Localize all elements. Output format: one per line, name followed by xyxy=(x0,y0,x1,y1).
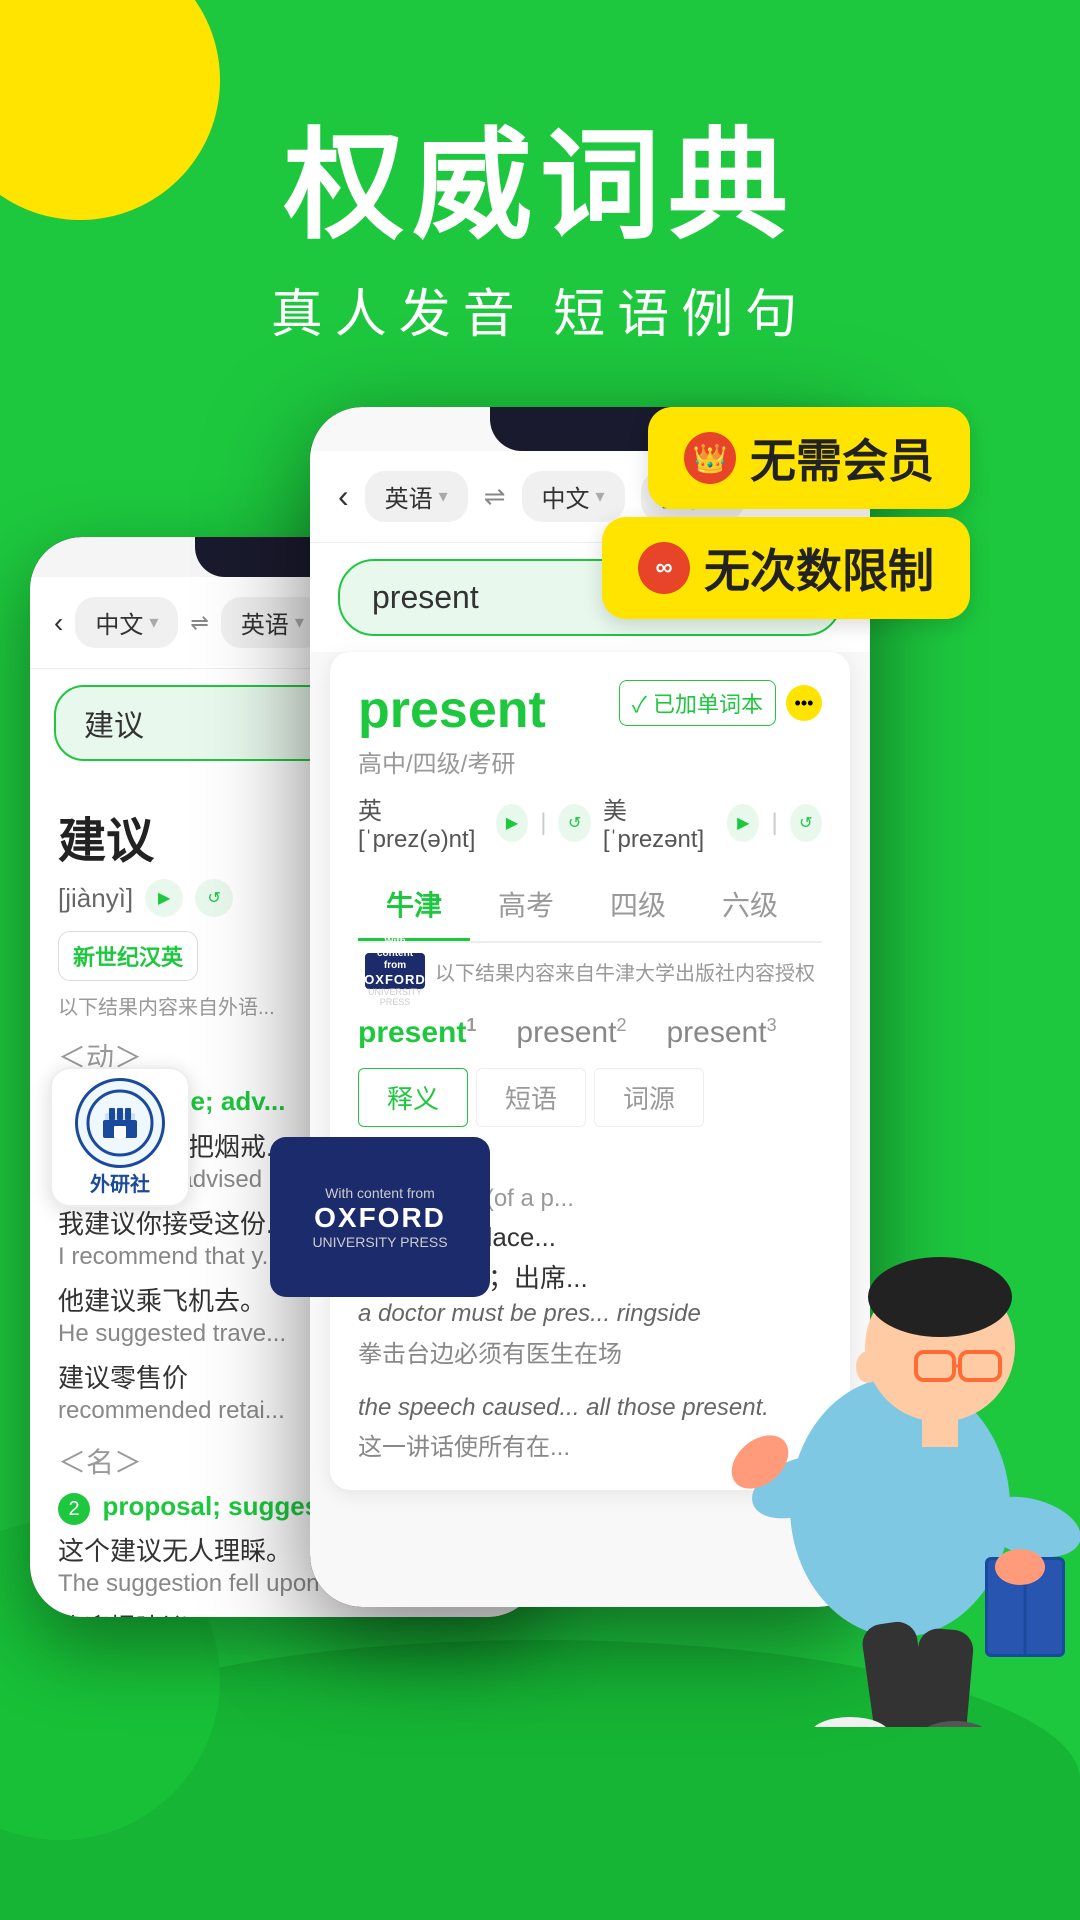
more-options-btn[interactable]: ••• xyxy=(786,685,822,721)
bookmarked-label[interactable]: ✓ 已加单词本 xyxy=(619,680,776,726)
repeat-btn-cn[interactable]: ↺ xyxy=(195,879,233,917)
phonetic-us: 美 [ˈprezənt] xyxy=(603,791,715,854)
word-en: present xyxy=(358,680,546,740)
sub-tab-def[interactable]: 释义 xyxy=(358,1068,468,1127)
oxford-logo-text-press: UNIVERSITY PRESS xyxy=(365,987,425,1007)
character-illustration xyxy=(720,1167,1080,1727)
infinity-icon: ∞ xyxy=(638,542,690,594)
play-btn-uk[interactable]: ▶ xyxy=(496,804,528,842)
tab-oxford[interactable]: 牛津 xyxy=(358,870,470,941)
word-level: 高中/四级/考研 xyxy=(358,744,546,779)
back-button-left[interactable]: ‹ xyxy=(54,607,63,639)
tab-cet6[interactable]: 六级 xyxy=(694,870,806,941)
lang-from-left[interactable]: 中文 ▾ xyxy=(75,597,178,648)
dict-source-left: 新世纪汉英 xyxy=(58,931,198,981)
oxford-sub-text: UNIVERSITY PRESS xyxy=(312,1234,447,1250)
phonetic-uk: 英 [ˈprez(ə)nt] xyxy=(358,791,484,854)
present-v3[interactable]: present3 xyxy=(666,1015,776,1050)
oxford-main-text: OXFORD xyxy=(314,1202,446,1234)
tab-cet4[interactable]: 四级 xyxy=(582,870,694,941)
header-section: 权威词典 真人发音 短语例句 xyxy=(0,0,1080,347)
tab-gaokao[interactable]: 高考 xyxy=(470,870,582,941)
present-variants: present1 present2 present3 xyxy=(358,999,822,1060)
play-btn-us[interactable]: ▶ xyxy=(727,804,759,842)
oxford-logo-text-with: With content from xyxy=(365,936,425,972)
waiyan-text: 外研社 xyxy=(90,1168,150,1197)
oxford-source-note: With content from OXFORD UNIVERSITY PRES… xyxy=(358,943,822,999)
oxford-badge: With content from OXFORD UNIVERSITY PRES… xyxy=(270,1137,490,1297)
lang-arrow-left[interactable]: ⇌ xyxy=(190,610,208,636)
repeat-btn-uk[interactable]: ↺ xyxy=(558,804,590,842)
lang-arrow-right[interactable]: ⇌ xyxy=(484,481,506,512)
waiyan-logo-svg xyxy=(85,1088,155,1158)
waiyan-badge: 外研社 xyxy=(50,1067,190,1207)
phonetic-row: 英 [ˈprez(ə)nt] ▶ | ↺ 美 [ˈprezənt] ▶ | ↺ xyxy=(358,791,822,854)
present-v2[interactable]: present2 xyxy=(516,1015,626,1050)
dict-tabs-row: 牛津 高考 四级 六级 xyxy=(358,870,822,943)
lang-to-right[interactable]: 中文 ▾ xyxy=(522,471,625,522)
badge-no-vip-text: 无需会员 xyxy=(750,425,934,491)
character-svg xyxy=(720,1167,1080,1727)
badge-no-limit: ∞ 无次数限制 xyxy=(602,517,970,619)
play-btn-cn[interactable]: ▶ xyxy=(145,879,183,917)
sub-title: 真人发音 短语例句 xyxy=(0,272,1080,347)
main-title: 权威词典 xyxy=(0,120,1080,252)
oxford-small-logo: With content from OXFORD UNIVERSITY PRES… xyxy=(365,953,425,989)
sub-tab-phrase[interactable]: 短语 xyxy=(476,1068,586,1127)
phones-area: 👑 无需会员 ∞ 无次数限制 ‹ 中文 ▾ ⇌ 英语 ▾ 通用 xyxy=(0,407,1080,1707)
present-v1[interactable]: present1 xyxy=(358,1015,476,1050)
oxford-with-content: With content from xyxy=(325,1184,435,1202)
oxford-source-text: 以下结果内容来自牛津大学出版社内容授权 xyxy=(435,957,815,986)
lang-from-right[interactable]: 英语 ▾ xyxy=(365,471,468,522)
oxford-logo-text-oxford: OXFORD xyxy=(364,972,426,987)
sub-tabs-row: 释义 短语 词源 xyxy=(358,1068,822,1127)
badge-no-limit-text: 无次数限制 xyxy=(704,535,934,601)
def-num-2: 2 xyxy=(58,1493,90,1525)
back-button-right[interactable]: ‹ xyxy=(338,478,349,515)
crown-icon: 👑 xyxy=(684,432,736,484)
badge-no-vip: 👑 无需会员 xyxy=(648,407,970,509)
sub-tab-origin[interactable]: 词源 xyxy=(594,1068,704,1127)
footer-text: 欢迎提建议。 xyxy=(58,1608,512,1617)
lang-to-left[interactable]: 英语 ▾ xyxy=(221,597,324,648)
repeat-btn-us[interactable]: ↺ xyxy=(790,804,822,842)
waiyan-circle xyxy=(75,1078,165,1168)
